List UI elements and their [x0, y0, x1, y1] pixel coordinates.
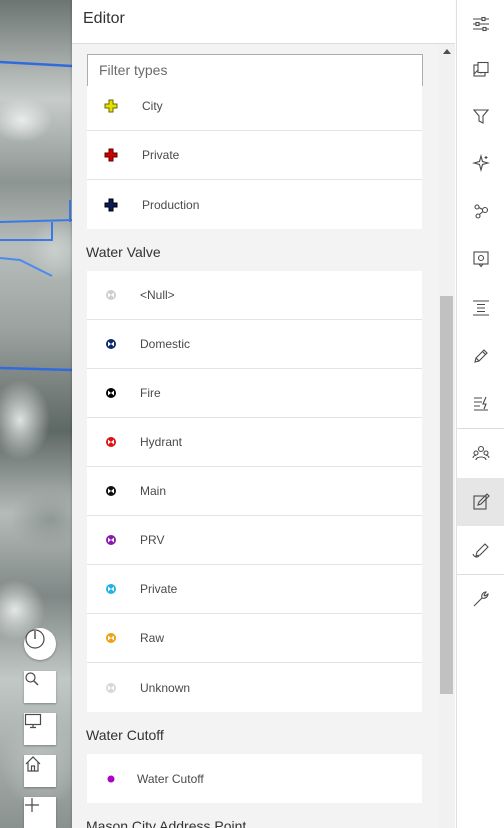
- valve-symbol-icon: [104, 288, 118, 302]
- feature-type-item[interactable]: City: [87, 82, 422, 131]
- item-label: Unknown: [140, 680, 191, 695]
- valve-symbol-icon: [104, 435, 118, 449]
- edit-icon: [473, 493, 490, 510]
- filter-button[interactable]: [457, 92, 504, 140]
- group-heading-water-valve: Water Valve: [86, 244, 161, 260]
- sketch-markup-button[interactable]: [457, 526, 504, 574]
- item-label: Domestic: [140, 337, 191, 351]
- feature-type-item[interactable]: Hydrant: [87, 418, 422, 467]
- search-button[interactable]: [24, 671, 56, 703]
- map-properties-icon: [474, 396, 488, 411]
- layer-properties-button[interactable]: [457, 0, 504, 48]
- basemap-icon: [473, 61, 489, 77]
- cross-symbol-icon: [104, 198, 118, 212]
- tools-icon: [473, 591, 489, 607]
- map-features: [0, 60, 72, 372]
- map-properties-button[interactable]: [457, 380, 504, 428]
- feature-type-item[interactable]: PRV: [87, 516, 422, 565]
- configure-pop-ups-icon: [473, 251, 489, 268]
- item-label: Main: [140, 484, 167, 498]
- feature-type-item[interactable]: Domestic: [87, 320, 422, 369]
- analysis-icon: [474, 204, 489, 219]
- valve-symbol-icon: [104, 582, 118, 596]
- effects-icon: [472, 154, 490, 172]
- feature-type-item[interactable]: Production: [87, 180, 422, 229]
- feature-type-item[interactable]: Water Cutoff: [87, 754, 422, 803]
- compass-icon: [25, 629, 45, 649]
- zoom-in-button[interactable]: [24, 797, 56, 828]
- valve-symbol-icon: [104, 337, 118, 351]
- valve-symbol-icon: [104, 484, 118, 498]
- feature-type-item[interactable]: Main: [87, 467, 422, 516]
- scroll-up-arrow-icon[interactable]: [443, 49, 451, 54]
- map-view[interactable]: [0, 0, 72, 828]
- layer-properties-icon: [473, 16, 489, 32]
- item-label: Raw: [140, 631, 165, 645]
- feature-type-item[interactable]: <Null>: [87, 271, 422, 320]
- item-label: City: [142, 99, 163, 113]
- action-bar: [456, 0, 504, 828]
- compass-button[interactable]: [24, 628, 56, 660]
- item-label: Hydrant: [140, 435, 183, 449]
- feature-type-item[interactable]: Private: [87, 565, 422, 614]
- plus-icon: [25, 798, 39, 812]
- item-label: <Null>: [140, 288, 175, 302]
- filter-icon: [472, 109, 490, 124]
- panel-title: Editor: [72, 0, 455, 44]
- item-label: Private: [140, 582, 178, 596]
- analysis-button[interactable]: [457, 187, 504, 235]
- valve-symbol-icon: [104, 533, 118, 547]
- home-icon: [25, 756, 41, 772]
- legend-button[interactable]: [457, 284, 504, 332]
- item-label: PRV: [140, 533, 165, 547]
- filter-types-input[interactable]: [99, 62, 411, 78]
- share-button[interactable]: [457, 429, 504, 477]
- configure-pop-ups-button[interactable]: [457, 235, 504, 283]
- scrollbar-thumb[interactable]: [440, 296, 453, 694]
- dot-symbol-icon: [104, 772, 118, 786]
- sketch-icon: [474, 349, 488, 363]
- home-button[interactable]: [24, 755, 56, 787]
- valve-symbol-icon: [104, 386, 118, 400]
- group-heading-address-point: Mason City Address Point: [86, 818, 247, 828]
- item-label: Private: [142, 148, 180, 162]
- valve-symbol-icon: [104, 631, 118, 645]
- basemap-button[interactable]: [457, 46, 504, 94]
- sketch-button[interactable]: [457, 332, 504, 380]
- cross-symbol-icon: [104, 148, 118, 162]
- feature-type-item[interactable]: Fire: [87, 369, 422, 418]
- edit-button[interactable]: [457, 478, 504, 526]
- share-icon: [472, 445, 490, 461]
- group-heading-water-cutoff: Water Cutoff: [86, 727, 164, 743]
- search-icon: [25, 672, 39, 686]
- sketch-markup-icon: [472, 543, 489, 558]
- feature-type-item[interactable]: Private: [87, 131, 422, 180]
- effects-button[interactable]: [457, 139, 504, 187]
- valve-symbol-icon: [104, 681, 118, 695]
- item-label: Fire: [140, 386, 161, 400]
- feature-type-item[interactable]: Raw: [87, 614, 422, 663]
- legend-icon: [473, 300, 489, 316]
- view-toggle-button[interactable]: [24, 713, 56, 745]
- editor-panel: Editor City Private Production Water Val…: [72, 0, 455, 828]
- cross-symbol-icon: [104, 99, 118, 113]
- item-label: Water Cutoff: [137, 771, 204, 786]
- monitor-icon: [24, 713, 42, 729]
- item-label: Production: [142, 197, 200, 212]
- tools-button[interactable]: [457, 575, 504, 623]
- feature-type-item[interactable]: Unknown: [87, 663, 422, 712]
- filter-types-field[interactable]: [87, 54, 423, 86]
